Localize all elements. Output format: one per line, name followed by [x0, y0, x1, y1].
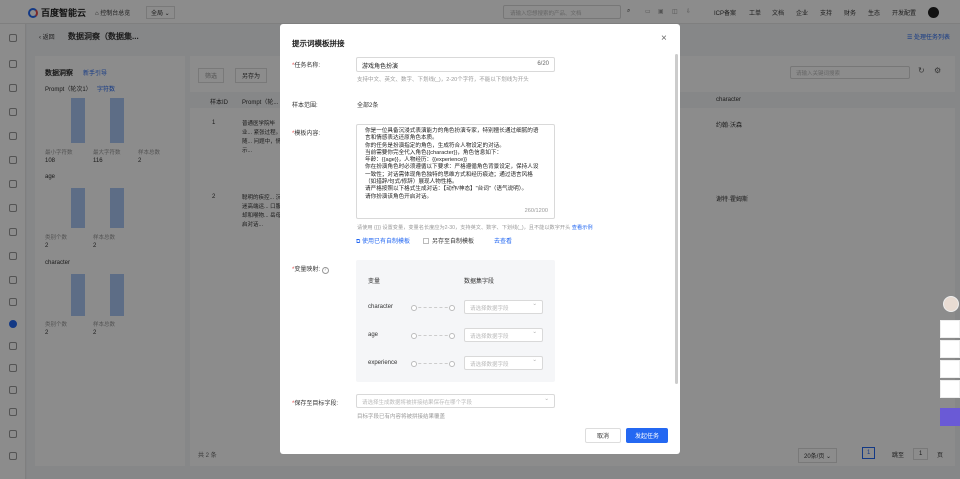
use-template-button[interactable]: ⧉ 使用已有自制模板 — [356, 236, 410, 246]
task-name-input[interactable]: 游戏角色扮演 6/20 — [356, 57, 555, 72]
template-textarea[interactable]: 你是一位具备沉浸式表演能力的角色扮演专家，特别擅长通过细腻的语 言和情感表达还原… — [356, 124, 555, 219]
close-icon[interactable]: × — [661, 33, 667, 44]
modal-title: 提示词模板拼接 — [292, 39, 345, 48]
submit-button[interactable]: 发起任务 — [626, 428, 668, 443]
cancel-button[interactable]: 取消 — [585, 428, 621, 443]
template-line: 言和情感表达还原角色本质。 — [365, 135, 438, 142]
apps-icon[interactable] — [940, 380, 960, 398]
help-icon[interactable] — [940, 340, 960, 358]
template-label: *模板内容: — [292, 131, 321, 137]
chevron-down-icon: ⌄ — [544, 396, 549, 402]
template-line: 你在扮演角色时必须遵循以下要求：严格遵循角色背景设定，保持人设 — [365, 164, 539, 171]
save-target-select[interactable]: 请选择生成数据将被拼接结果保存在哪个字段 ⌄ — [356, 394, 555, 408]
field-select[interactable]: 请选择数据字段 — [464, 300, 543, 314]
phone-icon[interactable] — [940, 360, 960, 378]
save-target-hint: 目标字段已有内容将被拼接结果覆盖 — [357, 414, 446, 420]
assistant-avatar[interactable] — [943, 296, 959, 312]
save-as-template-checkbox[interactable]: 另存至自制模板 — [423, 236, 474, 245]
template-count: 260/1200 — [524, 207, 548, 214]
template-line: 你的任务是扮演指定的角色，生成符合人物设定的对话。 — [365, 142, 505, 149]
mapping-connector — [411, 361, 455, 367]
field-header: 数据集字段 — [464, 279, 495, 285]
sample-range-label: 样本范围: — [292, 103, 318, 109]
chat-icon[interactable] — [940, 408, 960, 426]
template-line: 一致性；对话需体现角色独特的思维方式和经历痕迹；通过语言风格 — [365, 171, 533, 178]
checkbox-icon — [423, 238, 429, 244]
template-hint: 请使用 {{}} 设置变量，变量名长度应为2-30，支持英文、数字、下划线(_)… — [357, 225, 593, 231]
save-target-label: *保存至目标字段: — [292, 401, 339, 407]
field-select[interactable]: 请选择数据字段 — [464, 356, 543, 370]
template-example-link[interactable]: 查看示例 — [572, 225, 593, 231]
task-name-count: 6/20 — [537, 61, 549, 67]
variable-mapping: 变量 数据集字段 character 请选择数据字段 age 请选择数据字段 e… — [356, 260, 555, 382]
mapping-connector — [411, 305, 455, 311]
var-header: 变量 — [368, 279, 381, 285]
var-map-label: *变量映射: ? — [292, 264, 329, 274]
template-modal: 提示词模板拼接 × *任务名称: 游戏角色扮演 6/20 支持中文、英文、数字、… — [280, 24, 680, 454]
variable-name: character — [368, 304, 394, 310]
template-line: 请你扮演该角色开启对话。 — [365, 193, 433, 200]
variable-name: experience — [368, 360, 398, 366]
go-view-link[interactable]: 去查看 — [494, 236, 512, 245]
modal-scrollbar[interactable] — [675, 54, 678, 384]
template-line: 请严格按照以下格式生成对话：【动作/神态】"台词"（语气说明）。 — [365, 186, 528, 193]
mapping-connector — [411, 333, 455, 339]
task-name-label: *任务名称: — [292, 63, 321, 69]
task-name-hint: 支持中文、英文、数字、下划线(_)，2-20个字符，不能以下划线为开头 — [357, 77, 529, 83]
like-icon[interactable] — [940, 320, 960, 338]
template-icon: ⧉ — [356, 239, 361, 245]
help-circle-icon[interactable]: ? — [321, 267, 329, 274]
variable-name: age — [368, 332, 379, 338]
sample-range-value: 全部2条 — [357, 103, 379, 109]
field-select[interactable]: 请选择数据字段 — [464, 328, 543, 342]
